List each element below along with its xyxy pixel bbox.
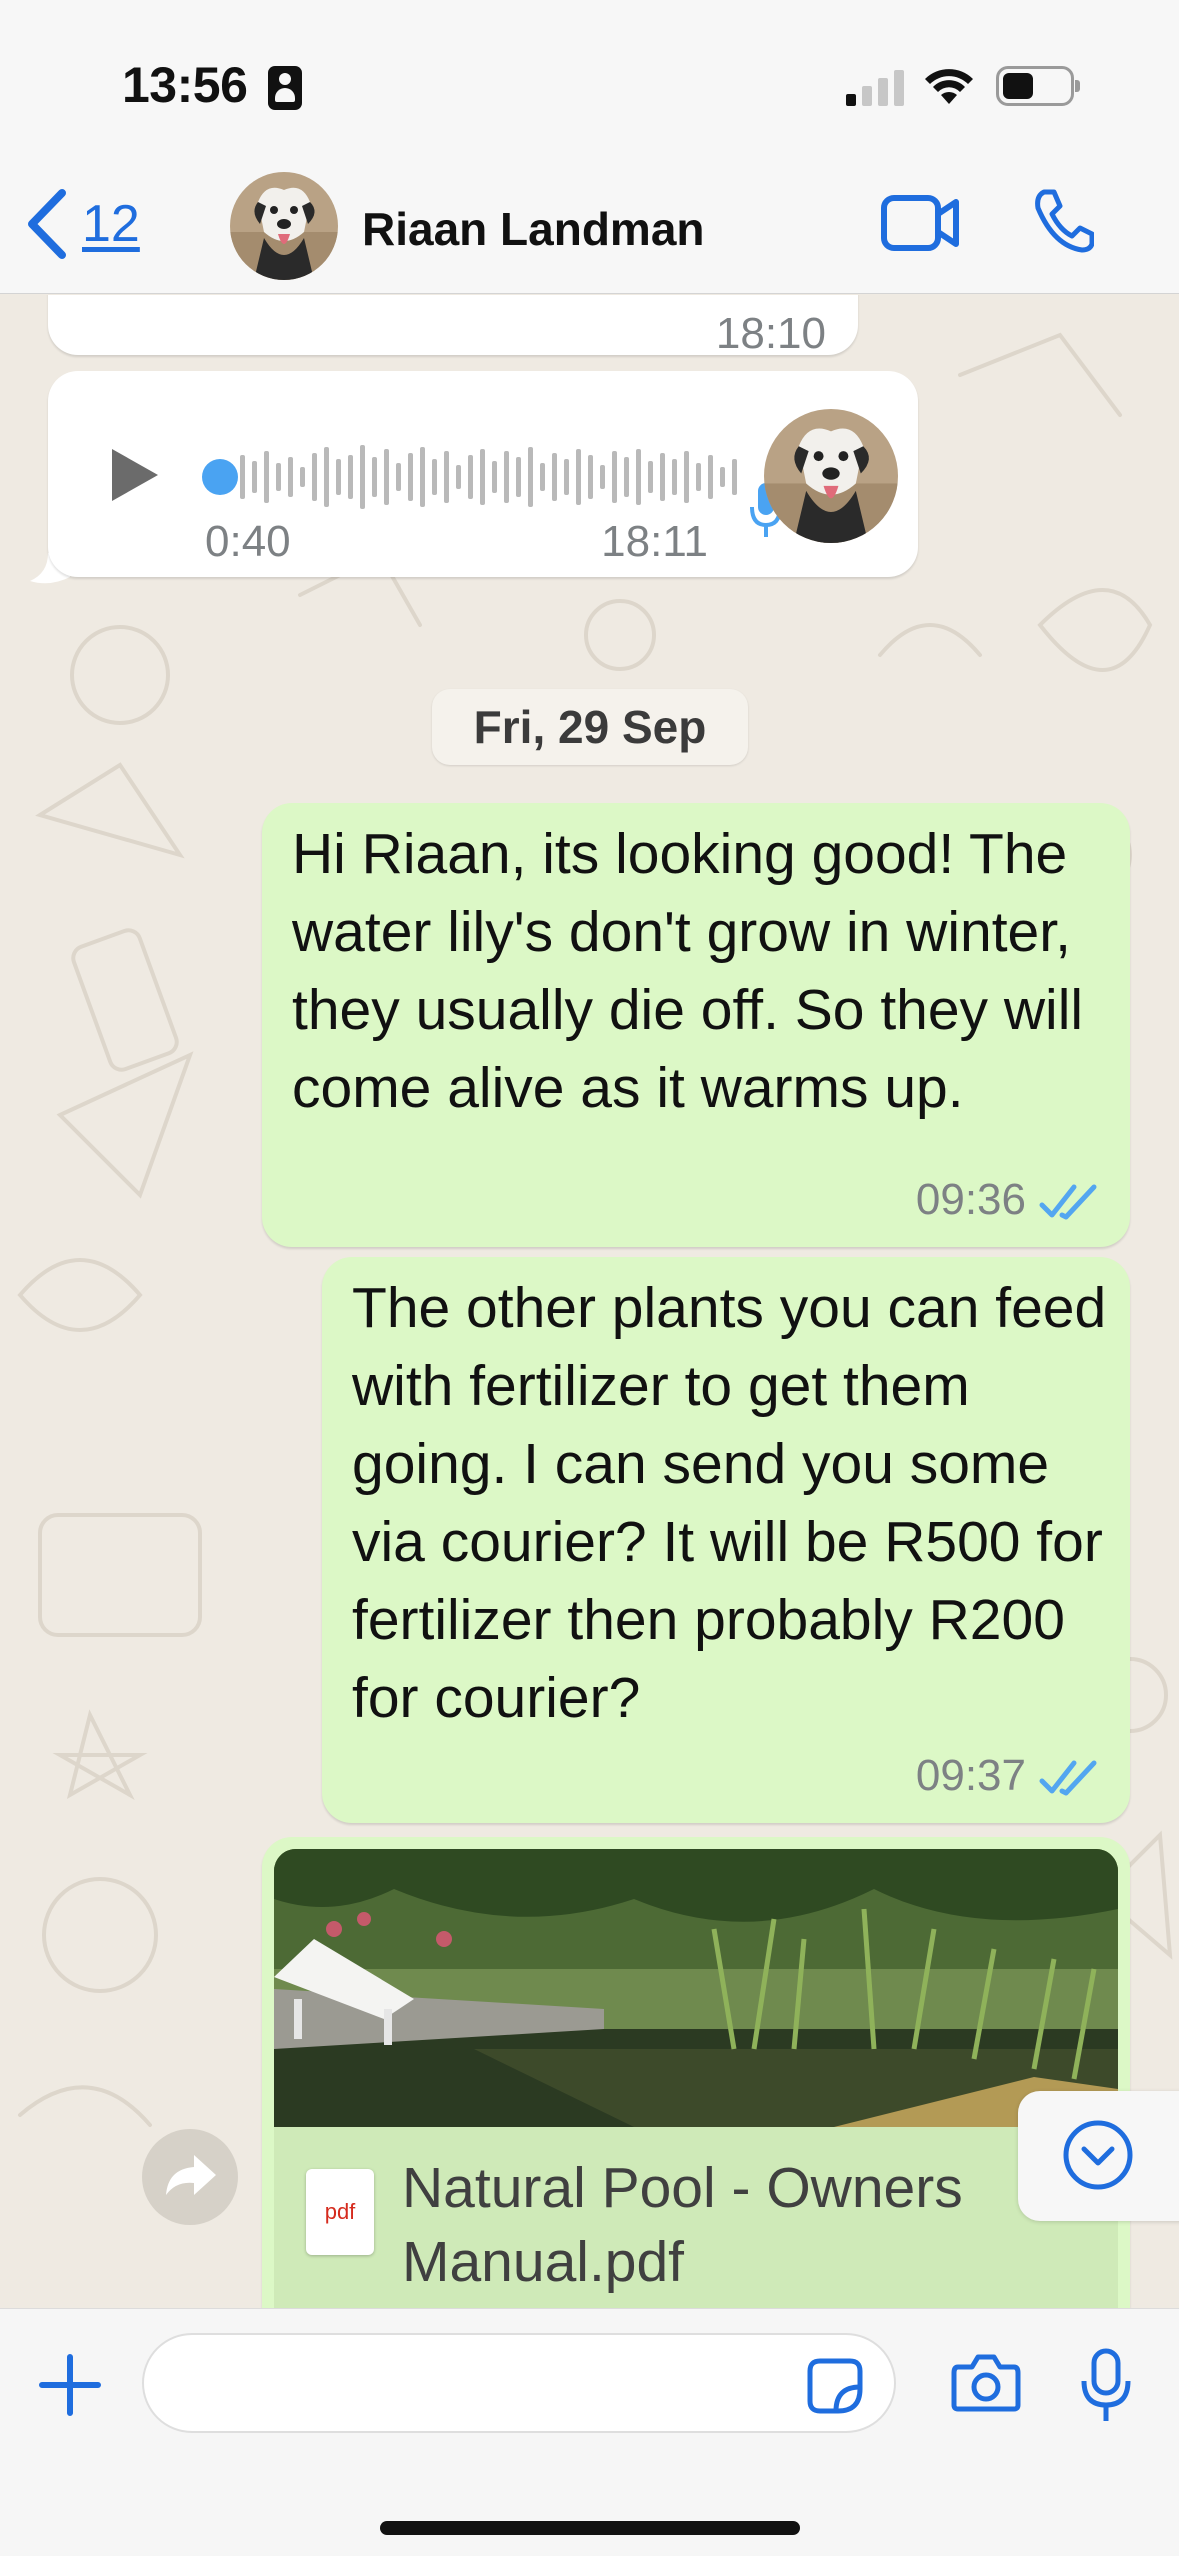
voice-record-button[interactable] (1080, 2347, 1132, 2425)
home-indicator[interactable] (380, 2521, 800, 2535)
video-call-button[interactable] (880, 192, 960, 254)
chat-header: 12 Riaan Landman (0, 160, 1179, 294)
camera-button[interactable] (950, 2353, 1022, 2413)
contact-name[interactable]: Riaan Landman (362, 202, 705, 256)
message-input[interactable] (142, 2333, 896, 2433)
file-type-label: pdf (324, 2199, 356, 2224)
wifi-icon (925, 69, 973, 104)
read-receipt-icon (1039, 1184, 1097, 1220)
read-receipt-icon (1039, 1760, 1097, 1796)
chat-area[interactable]: 18:10 0:40 18:11 Fri, 29 Sep Hi Riaan, i… (0, 295, 1179, 2308)
chevron-left-icon (28, 189, 66, 259)
back-button[interactable]: 12 (24, 184, 140, 264)
sender-avatar (764, 409, 898, 543)
voice-call-button[interactable] (1030, 186, 1094, 254)
date-divider: Fri, 29 Sep (432, 689, 748, 765)
document-file-row[interactable]: pdf Natural Pool - Owners Manual.pdf (274, 2127, 1118, 2308)
chevron-down-circle-icon (1063, 2120, 1133, 2190)
battery-icon (996, 66, 1080, 106)
message-text: The other plants you can feed with ferti… (352, 1276, 1107, 1730)
contact-avatar[interactable] (230, 172, 338, 280)
outgoing-message-bubble[interactable]: Hi Riaan, its looking good! The water li… (262, 803, 1130, 1247)
status-time: 13:56 (122, 57, 248, 113)
pdf-file-icon: pdf (306, 2169, 374, 2255)
cellular-signal-icon (846, 68, 904, 106)
message-time: 09:36 (915, 1175, 1026, 1224)
voice-note-bubble[interactable]: 0:40 18:11 (48, 371, 918, 577)
message-time: 18:10 (715, 309, 826, 358)
message-input-bar (0, 2308, 1179, 2556)
message-time: 18:11 (601, 517, 708, 566)
document-file-name: Natural Pool - Owners Manual.pdf (402, 2156, 963, 2294)
dog-avatar-image (764, 409, 898, 543)
outgoing-message-bubble[interactable]: The other plants you can feed with ferti… (322, 1257, 1130, 1823)
document-preview-image[interactable] (274, 1849, 1118, 2127)
pool-photo (274, 1849, 1118, 2127)
message-text: Hi Riaan, its looking good! The water li… (292, 822, 1084, 1120)
play-button[interactable] (108, 445, 162, 505)
dog-avatar-image (230, 172, 338, 280)
status-bar: 13:56 (0, 0, 1179, 160)
forward-button[interactable] (142, 2129, 238, 2225)
scroll-to-bottom-button[interactable] (1018, 2091, 1179, 2221)
audio-waveform[interactable] (198, 437, 758, 517)
unread-count: 12 (82, 195, 140, 253)
sticker-button[interactable] (806, 2357, 864, 2415)
voice-note-duration: 0:40 (205, 517, 291, 566)
document-message-bubble[interactable]: pdf Natural Pool - Owners Manual.pdf (262, 1837, 1130, 2308)
attach-button[interactable] (38, 2353, 102, 2417)
contact-card-icon (268, 66, 302, 110)
incoming-message-bubble[interactable]: 18:10 (48, 295, 858, 358)
share-arrow-icon (166, 2155, 216, 2195)
message-time: 09:37 (915, 1751, 1026, 1800)
